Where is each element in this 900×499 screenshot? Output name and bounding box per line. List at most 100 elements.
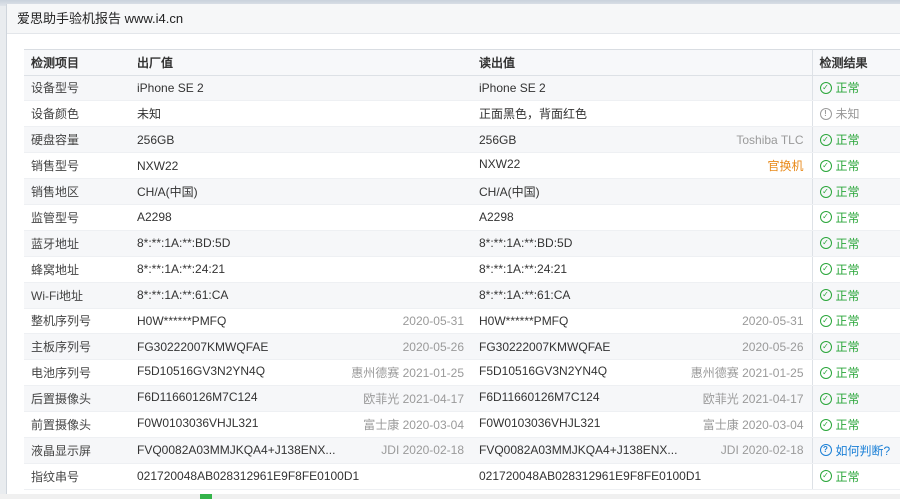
- read-value-cell: CH/A(中国): [472, 178, 812, 205]
- factory-value-cell: 256GB: [130, 126, 472, 154]
- row-item-label: 蜂窝地址: [24, 256, 130, 283]
- table-body: 设备型号 iPhone SE 2 iPhone SE 2 ✓ 正常 设备颜色 未知 正面黑色，…: [24, 75, 900, 490]
- result-cell[interactable]: ? 如何判断?: [811, 437, 900, 464]
- result-cell: ✓ 正常: [811, 385, 900, 413]
- row-item-label: 前置摄像头: [24, 411, 130, 438]
- read-value: 8*:**:1A:**:61:CA: [479, 288, 571, 303]
- read-value-note: 官换机: [767, 159, 804, 174]
- factory-value-cell: F6D11660126M7C124 欧菲光 2021-04-17: [130, 385, 472, 413]
- factory-value-note: 富士康 2020-03-04: [363, 418, 464, 433]
- result-status: ✓ 正常: [819, 79, 900, 96]
- row-item-label: 销售型号: [24, 152, 130, 180]
- row-item-label: 液晶显示屏: [24, 437, 130, 464]
- report-window: 爱思助手验机报告 www.i4.cn 检测项目 出厂值 读出值 检测结果 设备型…: [6, 4, 900, 499]
- read-value: 正面黑色，背面红色: [479, 107, 588, 122]
- result-label: 正常: [835, 469, 860, 484]
- how-to-judge-link[interactable]: ? 如何判断?: [819, 442, 900, 459]
- factory-value-cell: 8*:**:1A:**:BD:5D: [130, 230, 472, 257]
- window-title: 爱思助手验机报告 www.i4.cn: [7, 4, 900, 34]
- check-circle-icon: ✓: [819, 263, 832, 276]
- factory-value: FVQ0082A03MMJKQA4+J138ENX...: [137, 443, 336, 458]
- factory-value: F5D10516GV3N2YN4Q: [137, 364, 266, 379]
- result-cell: ✓ 正常: [811, 308, 900, 335]
- result-label: 正常: [835, 340, 860, 355]
- read-value-cell: 8*:**:1A:**:BD:5D: [472, 230, 812, 257]
- read-value-note: 2020-05-26: [742, 339, 804, 354]
- result-cell: ✓ 正常: [811, 359, 900, 387]
- table-row: 硬盘容量 256GB 256GB Toshiba TLC ✓ 正常: [24, 126, 900, 154]
- result-label: 正常: [835, 392, 860, 407]
- result-cell: ✓ 正常: [811, 463, 900, 490]
- read-value-cell: 256GB Toshiba TLC: [472, 126, 812, 154]
- read-value-cell: 8*:**:1A:**:24:21: [472, 256, 812, 283]
- read-value-note: JDI 2020-02-18: [720, 443, 804, 458]
- factory-value-note: 惠州德赛 2021-01-25: [351, 366, 464, 381]
- result-status: ✓ 正常: [819, 312, 900, 329]
- read-value: F0W0103036VHJL321: [479, 416, 601, 431]
- result-status: ✓ 正常: [819, 416, 900, 433]
- factory-value-note: JDI 2020-02-18: [381, 443, 464, 458]
- check-circle-icon: ✓: [819, 81, 832, 94]
- row-item-label: 销售地区: [24, 178, 130, 205]
- result-label: 正常: [835, 81, 860, 96]
- check-circle-icon: ✓: [819, 392, 832, 405]
- bottom-scroll-strip: [0, 494, 900, 499]
- check-circle-icon: ✓: [819, 340, 832, 353]
- read-value-cell: NXW22 官换机: [472, 152, 812, 180]
- read-value-cell: F0W0103036VHJL321 富士康 2020-03-04: [472, 411, 812, 438]
- check-circle-icon: ✓: [819, 159, 832, 172]
- table-row: 前置摄像头 F0W0103036VHJL321 富士康 2020-03-04 F0W0…: [24, 411, 900, 438]
- table-row: 蜂窝地址 8*:**:1A:**:24:21 8*:**:1A:**:24:21 ✓ 正…: [24, 256, 900, 283]
- read-value: FVQ0082A03MMJKQA4+J138ENX...: [479, 443, 678, 458]
- factory-value-cell: 021720048AB028312961E9F8FE0100D1: [130, 463, 472, 490]
- result-cell: ✓ 正常: [811, 230, 900, 257]
- factory-value-cell: A2298: [130, 204, 472, 231]
- read-value-cell: iPhone SE 2: [472, 75, 812, 102]
- exclamation-circle-icon: !: [819, 107, 832, 120]
- factory-value-cell: NXW22: [130, 152, 472, 180]
- factory-value: 8*:**:1A:**:61:CA: [137, 288, 229, 303]
- row-item-label: 后置摄像头: [24, 385, 130, 413]
- report-table-container: 检测项目 出厂值 读出值 检测结果 设备型号 iPhone SE 2 iPhone …: [24, 49, 900, 490]
- header-read-value: 读出值: [472, 50, 812, 76]
- read-value: CH/A(中国): [479, 185, 540, 199]
- factory-value: 8*:**:1A:**:BD:5D: [137, 236, 231, 251]
- question-circle-icon: ?: [819, 444, 832, 457]
- report-table: 检测项目 出厂值 读出值 检测结果 设备型号 iPhone SE 2 iPhone …: [24, 50, 900, 490]
- row-item-label: 蓝牙地址: [24, 230, 130, 257]
- factory-value-note: 2020-05-26: [402, 339, 464, 354]
- factory-value: 未知: [137, 107, 162, 122]
- read-value-note: Toshiba TLC: [736, 132, 804, 147]
- table-row: 液晶显示屏 FVQ0082A03MMJKQA4+J138ENX... JDI 202…: [24, 437, 900, 464]
- read-value-note: 富士康 2020-03-04: [702, 418, 804, 433]
- read-value: 8*:**:1A:**:BD:5D: [479, 236, 573, 251]
- factory-value: 8*:**:1A:**:24:21: [137, 262, 226, 277]
- result-status: ✓ 正常: [819, 183, 900, 200]
- read-value-cell: FVQ0082A03MMJKQA4+J138ENX... JDI 2020-02-…: [472, 437, 812, 464]
- result-label: 正常: [835, 262, 860, 277]
- table-row: 电池序列号 F5D10516GV3N2YN4Q 惠州德赛 2021-01-25 F5D…: [24, 359, 900, 387]
- result-cell: ✓ 正常: [811, 126, 900, 154]
- result-cell: ✓ 正常: [811, 333, 900, 361]
- table-row: 主板序列号 FG30222007KMWQFAE 2020-05-26 FG302220…: [24, 333, 900, 361]
- result-label: 正常: [835, 366, 860, 381]
- result-status: ✓ 正常: [819, 364, 900, 381]
- result-label: 正常: [835, 314, 860, 329]
- read-value: F6D11660126M7C124: [479, 390, 600, 405]
- read-value-cell: F5D10516GV3N2YN4Q 惠州德赛 2021-01-25: [472, 359, 812, 387]
- factory-value: CH/A(中国): [137, 185, 198, 199]
- factory-value-cell: iPhone SE 2: [130, 75, 472, 102]
- row-item-label: 硬盘容量: [24, 126, 130, 154]
- read-value-cell: 8*:**:1A:**:61:CA: [472, 282, 812, 309]
- result-label: 未知: [835, 107, 860, 122]
- table-row: 监管型号 A2298 A2298 ✓ 正常: [24, 204, 900, 231]
- check-circle-icon: ✓: [819, 470, 832, 483]
- result-cell: ✓ 正常: [811, 256, 900, 283]
- check-circle-icon: ✓: [819, 366, 832, 379]
- factory-value: NXW22: [137, 158, 179, 173]
- result-label: 正常: [835, 133, 860, 148]
- result-label: 正常: [835, 210, 860, 225]
- result-status: ! 未知: [819, 105, 900, 122]
- result-label: 正常: [835, 185, 860, 199]
- factory-value: 021720048AB028312961E9F8FE0100D1: [137, 469, 360, 484]
